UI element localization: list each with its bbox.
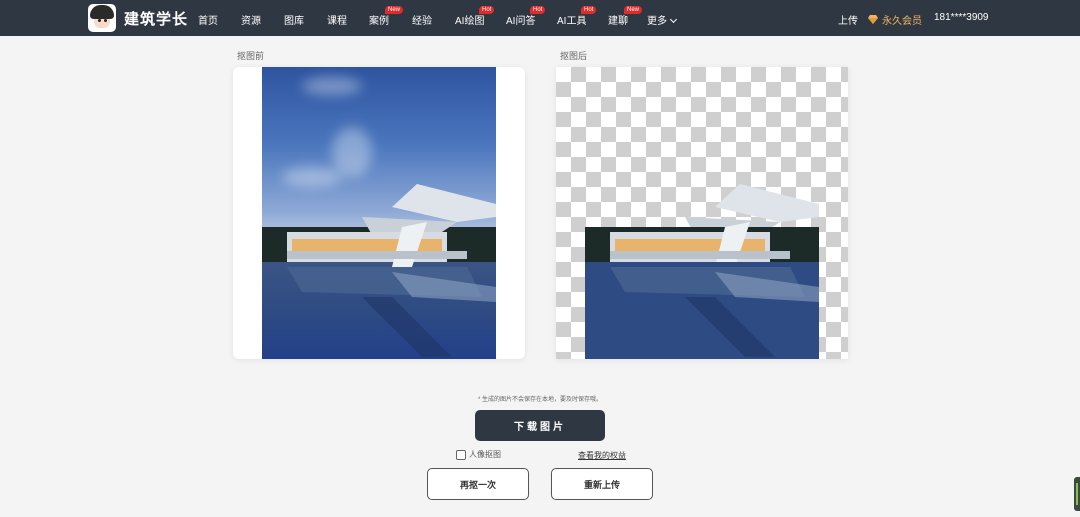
- nav-item-more[interactable]: 更多: [647, 12, 678, 27]
- nav-item-ai-tools[interactable]: AI工具 Hot: [557, 6, 597, 27]
- before-image-panel: [233, 67, 525, 359]
- nav-item-chat-label: 建聊: [608, 16, 628, 27]
- nav-item-cases[interactable]: 案例 New: [369, 6, 404, 27]
- before-label: 抠图前: [237, 51, 265, 61]
- top-navigation-bar: 建筑学长 首页 资源 图库 课程 案例 New 经验 AI绘图 Hot AI问答…: [0, 0, 1080, 36]
- nav-item-resources[interactable]: 资源: [241, 12, 261, 27]
- nav-item-ai-drawing-label: AI绘图: [455, 16, 485, 27]
- nav-item-ai-qa[interactable]: AI问答 Hot: [506, 6, 546, 27]
- nav-item-chat[interactable]: 建聊 New: [608, 6, 643, 27]
- new-badge: New: [624, 6, 643, 14]
- villa-illustration: [287, 184, 496, 357]
- cutout-photo: [585, 67, 819, 359]
- nav-item-more-label: 更多: [647, 16, 667, 27]
- nav-item-ai-qa-label: AI问答: [506, 16, 536, 27]
- nav-item-experience[interactable]: 经验: [412, 12, 432, 27]
- new-badge: New: [385, 6, 404, 14]
- site-logo[interactable]: 建筑学长: [88, 4, 188, 32]
- nav-item-cases-label: 案例: [369, 16, 389, 27]
- chevron-down-icon: [669, 15, 678, 24]
- nav-item-courses[interactable]: 课程: [327, 12, 347, 27]
- villa-cutout-illustration: [585, 184, 819, 359]
- user-account[interactable]: 181****3909: [934, 12, 989, 23]
- portrait-checkbox[interactable]: [456, 449, 466, 460]
- side-scroll-handle[interactable]: [1074, 477, 1080, 511]
- diamond-icon: [868, 15, 878, 24]
- reupload-button[interactable]: 重新上传: [551, 468, 653, 500]
- nav-item-gallery[interactable]: 图库: [284, 12, 304, 27]
- hot-badge: Hot: [581, 6, 597, 14]
- portrait-cutout-option[interactable]: 人像抠图: [456, 449, 501, 460]
- hot-badge: Hot: [479, 6, 495, 14]
- original-photo: [262, 67, 496, 359]
- after-image-panel: [556, 67, 848, 359]
- logo-avatar-icon: [88, 4, 116, 32]
- retry-cutout-button[interactable]: 再抠一次: [427, 468, 529, 500]
- after-label: 抠图后: [560, 51, 588, 61]
- logo-text: 建筑学长: [124, 10, 189, 28]
- hot-badge: Hot: [530, 6, 546, 14]
- nav-item-ai-drawing[interactable]: AI绘图 Hot: [455, 6, 495, 27]
- nav-item-ai-tools-label: AI工具: [557, 16, 587, 27]
- view-rights-link[interactable]: 查看我的权益: [578, 450, 626, 461]
- vip-status[interactable]: 永久会员: [868, 12, 922, 27]
- upload-link[interactable]: 上传: [838, 12, 858, 27]
- save-notice: * 生成的图片不会保存在本地，要及时保存哦。: [477, 397, 602, 403]
- download-image-button[interactable]: 下载图片: [475, 410, 605, 441]
- portrait-label: 人像抠图: [469, 450, 501, 459]
- nav-item-home[interactable]: 首页: [198, 12, 218, 27]
- vip-label: 永久会员: [882, 16, 922, 27]
